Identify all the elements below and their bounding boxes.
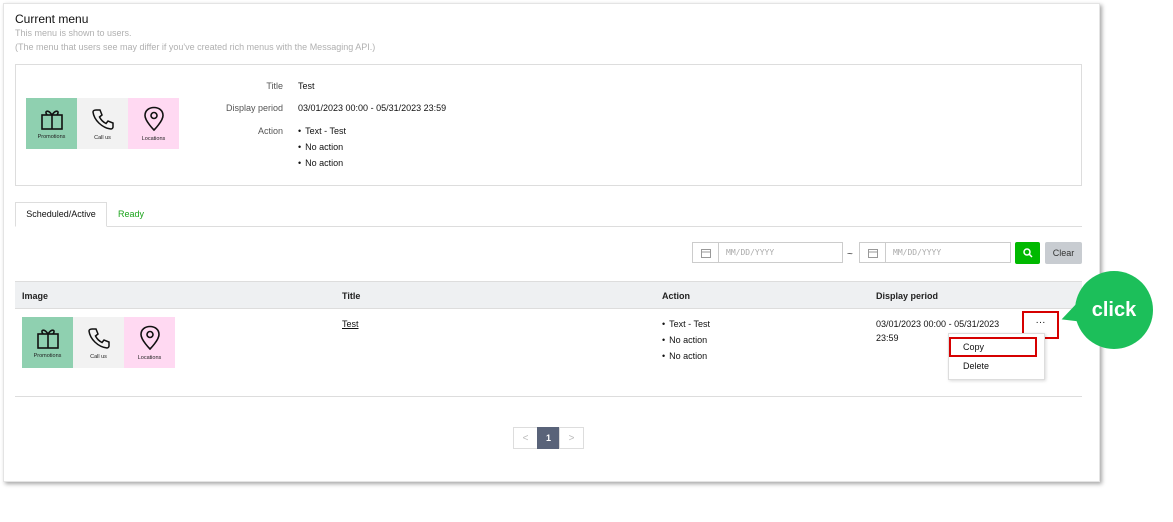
- pagination-prev-button[interactable]: <: [513, 427, 538, 449]
- row-divider: [15, 396, 1082, 397]
- action-item: Text - Test: [298, 126, 346, 136]
- start-date-field[interactable]: MM/DD/YYYY: [692, 242, 843, 263]
- click-callout: click: [1075, 271, 1153, 349]
- calendar-icon: [693, 243, 719, 262]
- table-row-image: Promotions Call us Locations: [22, 317, 175, 368]
- row-title-link[interactable]: Test: [342, 319, 359, 329]
- tile-call-us: Call us: [77, 98, 128, 149]
- row-display-period-time: 23:59: [876, 333, 899, 343]
- section-title: Current menu: [15, 12, 89, 26]
- action-item: No action: [298, 158, 343, 168]
- tab-scheduled-active[interactable]: Scheduled/Active: [15, 202, 107, 227]
- column-header-image: Image: [22, 291, 49, 301]
- tile-label: Promotions: [33, 352, 62, 359]
- tile-label: Locations: [137, 354, 162, 361]
- start-date-placeholder: MM/DD/YYYY: [726, 248, 775, 257]
- display-period-value: 03/01/2023 00:00 - 05/31/2023 23:59: [298, 103, 447, 113]
- title-value: Test: [298, 81, 315, 91]
- table-header: Image Title Action Display period: [15, 281, 1082, 309]
- current-menu-preview: Promotions Call us Locations Title Test …: [15, 64, 1082, 186]
- date-range-separator: ~: [847, 249, 853, 260]
- location-pin-icon: [143, 106, 164, 131]
- pagination-page-1[interactable]: 1: [537, 427, 560, 449]
- clear-button[interactable]: Clear: [1045, 242, 1082, 264]
- tile-label: Call us: [90, 353, 107, 360]
- tab-ready[interactable]: Ready: [118, 209, 144, 219]
- tile-call-us: Call us: [73, 317, 124, 368]
- row-action-item: No action: [662, 351, 707, 361]
- row-action-item: Text - Test: [662, 319, 710, 329]
- pagination-next-button[interactable]: >: [559, 427, 584, 449]
- row-display-period: 03/01/2023 00:00 - 05/31/2023: [876, 319, 1000, 329]
- copy-highlight-box: [949, 337, 1037, 357]
- end-date-placeholder: MM/DD/YYYY: [893, 248, 942, 257]
- action-label: Action: [257, 126, 283, 136]
- tile-locations: Locations: [124, 317, 175, 368]
- section-subtitle: This menu is shown to users.: [15, 28, 132, 38]
- row-action-item: No action: [662, 335, 707, 345]
- gift-icon: [40, 109, 63, 130]
- phone-icon: [87, 327, 110, 349]
- column-header-display-period: Display period: [876, 291, 939, 301]
- column-header-title: Title: [342, 291, 361, 301]
- tabs-divider: [15, 226, 1082, 227]
- tile-promotions: Promotions: [26, 98, 77, 149]
- rich-menu-panel: Current menu This menu is shown to users…: [3, 3, 1100, 482]
- search-icon: [1022, 248, 1033, 258]
- tile-promotions: Promotions: [22, 317, 73, 368]
- search-button[interactable]: [1015, 242, 1040, 264]
- phone-icon: [91, 108, 114, 130]
- column-header-action: Action: [662, 291, 690, 301]
- tile-label: Locations: [141, 135, 166, 142]
- end-date-field[interactable]: MM/DD/YYYY: [859, 242, 1011, 263]
- location-pin-icon: [139, 325, 160, 350]
- tile-locations: Locations: [128, 98, 179, 149]
- gift-icon: [36, 328, 59, 349]
- display-period-label: Display period: [225, 103, 283, 113]
- section-note: (The menu that users see may differ if y…: [15, 42, 376, 52]
- tile-label: Call us: [94, 134, 111, 141]
- tile-label: Promotions: [37, 133, 66, 140]
- menu-item-delete[interactable]: Delete: [963, 361, 989, 371]
- calendar-icon: [860, 243, 886, 262]
- action-item: No action: [298, 142, 343, 152]
- title-label: Title: [266, 81, 283, 91]
